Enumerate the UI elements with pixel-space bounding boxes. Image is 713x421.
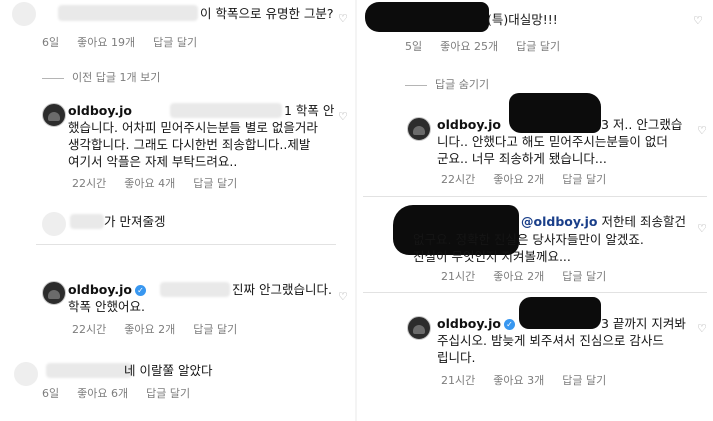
reply-text: 진짜 안그랬습니다. xyxy=(232,282,332,297)
blurred-username xyxy=(70,214,104,229)
reply-text: 니다.. 안했다고 해도 믿어주시는분들이 없더 xyxy=(437,134,668,149)
reply-text: 학폭 안했어요. xyxy=(68,299,145,314)
comment-text: 이 학폭으로 유명한 그분? xyxy=(200,6,334,21)
reply-text: 여기서 악플은 자제 부탁드려요.. xyxy=(68,154,238,169)
divider xyxy=(36,244,336,245)
comment-meta: 22시간 좋아요 2개 답글 달기 xyxy=(72,321,255,337)
reply-button[interactable]: 답글 달기 xyxy=(562,171,606,187)
comment-age: 22시간 xyxy=(72,177,107,190)
comment-meta: 21시간 좋아요 3개 답글 달기 xyxy=(441,372,624,388)
heart-icon[interactable]: ♡ xyxy=(338,290,348,303)
right-screenshot-panel: (특)대실망!!! 5일 좋아요 25개 답글 달기 ♡ 답글 숨기기 oldboy… xyxy=(357,0,713,421)
comment-text: 저한테 죄송할건 xyxy=(601,214,686,229)
view-replies-toggle[interactable]: 이전 답글 1개 보기 xyxy=(42,69,160,85)
redacted-username xyxy=(365,2,489,32)
like-count[interactable]: 좋아요 6개 xyxy=(77,385,128,401)
comment-age: 22시간 xyxy=(72,323,107,336)
reply-button[interactable]: 답글 달기 xyxy=(562,268,606,284)
comment-meta: 5일 좋아요 25개 답글 달기 xyxy=(405,38,578,54)
username[interactable]: oldboy.jo xyxy=(437,117,501,132)
like-count[interactable]: 좋아요 3개 xyxy=(493,372,544,388)
comment-age: 21시간 xyxy=(441,270,476,283)
heart-icon[interactable]: ♡ xyxy=(338,110,348,123)
avatar[interactable] xyxy=(42,281,66,305)
avatar[interactable] xyxy=(407,316,431,340)
reply-text: 3 끝까지 지켜봐 xyxy=(601,316,686,331)
comment-age: 21시간 xyxy=(441,374,476,387)
reply-first-line: oldboy.jo ✓ xyxy=(68,281,149,298)
heart-icon[interactable]: ♡ xyxy=(697,322,707,335)
reply-button[interactable]: 답글 달기 xyxy=(153,34,197,50)
heart-icon[interactable]: ♡ xyxy=(693,14,703,27)
reply-first-line: oldboy.jo ✓ xyxy=(437,315,518,332)
reply-text: 1 학폭 안 xyxy=(284,103,335,118)
reply-text: 3 저.. 안그랬습 xyxy=(601,117,683,132)
like-count[interactable]: 좋아요 19개 xyxy=(77,34,135,50)
divider xyxy=(405,84,427,86)
reply-button[interactable]: 답글 달기 xyxy=(562,372,606,388)
hide-replies-toggle[interactable]: 답글 숨기기 xyxy=(405,76,489,92)
reply-text: 군요.. 너무 죄송하게 됐습니다... xyxy=(437,151,607,166)
divider xyxy=(42,77,64,79)
comment-age: 22시간 xyxy=(441,173,476,186)
verified-badge-icon: ✓ xyxy=(134,285,146,296)
blurred-mention xyxy=(160,282,230,297)
blurred-username xyxy=(46,363,132,378)
reply-text: 주십시오. 밤늦게 뵈주셔서 진심으로 감사드 xyxy=(437,333,664,348)
comment-meta: 22시간 좋아요 4개 답글 달기 xyxy=(72,175,255,191)
avatar[interactable] xyxy=(12,2,36,26)
like-count[interactable]: 좋아요 2개 xyxy=(493,171,544,187)
divider xyxy=(363,292,707,293)
comment-meta: 21시간 좋아요 2개 답글 달기 xyxy=(441,268,624,284)
heart-icon[interactable]: ♡ xyxy=(338,12,348,25)
redacted-mention xyxy=(519,297,601,329)
avatar[interactable] xyxy=(14,362,38,386)
comment-text: (특)대실망!!! xyxy=(487,12,558,27)
comment-text: 가 만져줄겡 xyxy=(104,214,166,229)
reply-button[interactable]: 답글 달기 xyxy=(193,321,237,337)
heart-icon[interactable]: ♡ xyxy=(697,124,707,137)
username[interactable]: oldboy.jo xyxy=(68,282,132,297)
comment-meta: 6일 좋아요 6개 답글 달기 xyxy=(42,385,208,401)
like-count[interactable]: 좋아요 4개 xyxy=(124,175,175,191)
avatar[interactable] xyxy=(42,212,66,236)
like-count[interactable]: 좋아요 25개 xyxy=(440,38,498,54)
blurred-username xyxy=(58,5,198,21)
like-count[interactable]: 좋아요 2개 xyxy=(493,268,544,284)
comment-text: 없구요. 정확한 진실은 당사자들만이 알겠죠. xyxy=(413,232,644,247)
comment-text: 네 이랄쭐 알았다 xyxy=(124,363,213,378)
verified-badge-icon: ✓ xyxy=(503,319,515,330)
username[interactable]: oldboy.jo xyxy=(68,103,132,118)
comment-age: 5일 xyxy=(405,40,423,53)
comment-text: 진실이 무엇인지 지켜볼께요... xyxy=(413,249,571,264)
username[interactable]: oldboy.jo xyxy=(437,316,501,331)
left-screenshot-panel: 이 학폭으로 유명한 그분? 6일 좋아요 19개 답글 달기 ♡ 이전 답글 1개… xyxy=(0,0,356,421)
comment-meta: 22시간 좋아요 2개 답글 달기 xyxy=(441,171,624,187)
avatar[interactable] xyxy=(42,103,66,127)
reply-text: 립니다. xyxy=(437,350,476,365)
comment-age: 6일 xyxy=(42,36,60,49)
comment-first-line: @oldboy.jo 저한테 죄송할건 xyxy=(521,213,686,230)
reply-button[interactable]: 답글 달기 xyxy=(146,385,190,401)
mention-link[interactable]: @oldboy.jo xyxy=(521,214,597,229)
blurred-mention xyxy=(170,103,282,118)
reply-text: 했습니다. 어차피 믿어주시는분들 별로 없을거라 xyxy=(68,120,318,135)
divider xyxy=(363,196,707,197)
like-count[interactable]: 좋아요 2개 xyxy=(124,321,175,337)
avatar[interactable] xyxy=(407,117,431,141)
heart-icon[interactable]: ♡ xyxy=(697,222,707,235)
reply-button[interactable]: 답글 달기 xyxy=(516,38,560,54)
reply-first-line: oldboy.jo xyxy=(68,102,132,119)
comment-age: 6일 xyxy=(42,387,60,400)
comment-meta: 6일 좋아요 19개 답글 달기 xyxy=(42,34,215,50)
reply-first-line: oldboy.jo xyxy=(437,116,501,133)
reply-text: 생각합니다. 그래도 다시한번 죄송합니다..제발 xyxy=(68,137,311,152)
reply-button[interactable]: 답글 달기 xyxy=(193,175,237,191)
redacted-mention xyxy=(509,93,601,133)
